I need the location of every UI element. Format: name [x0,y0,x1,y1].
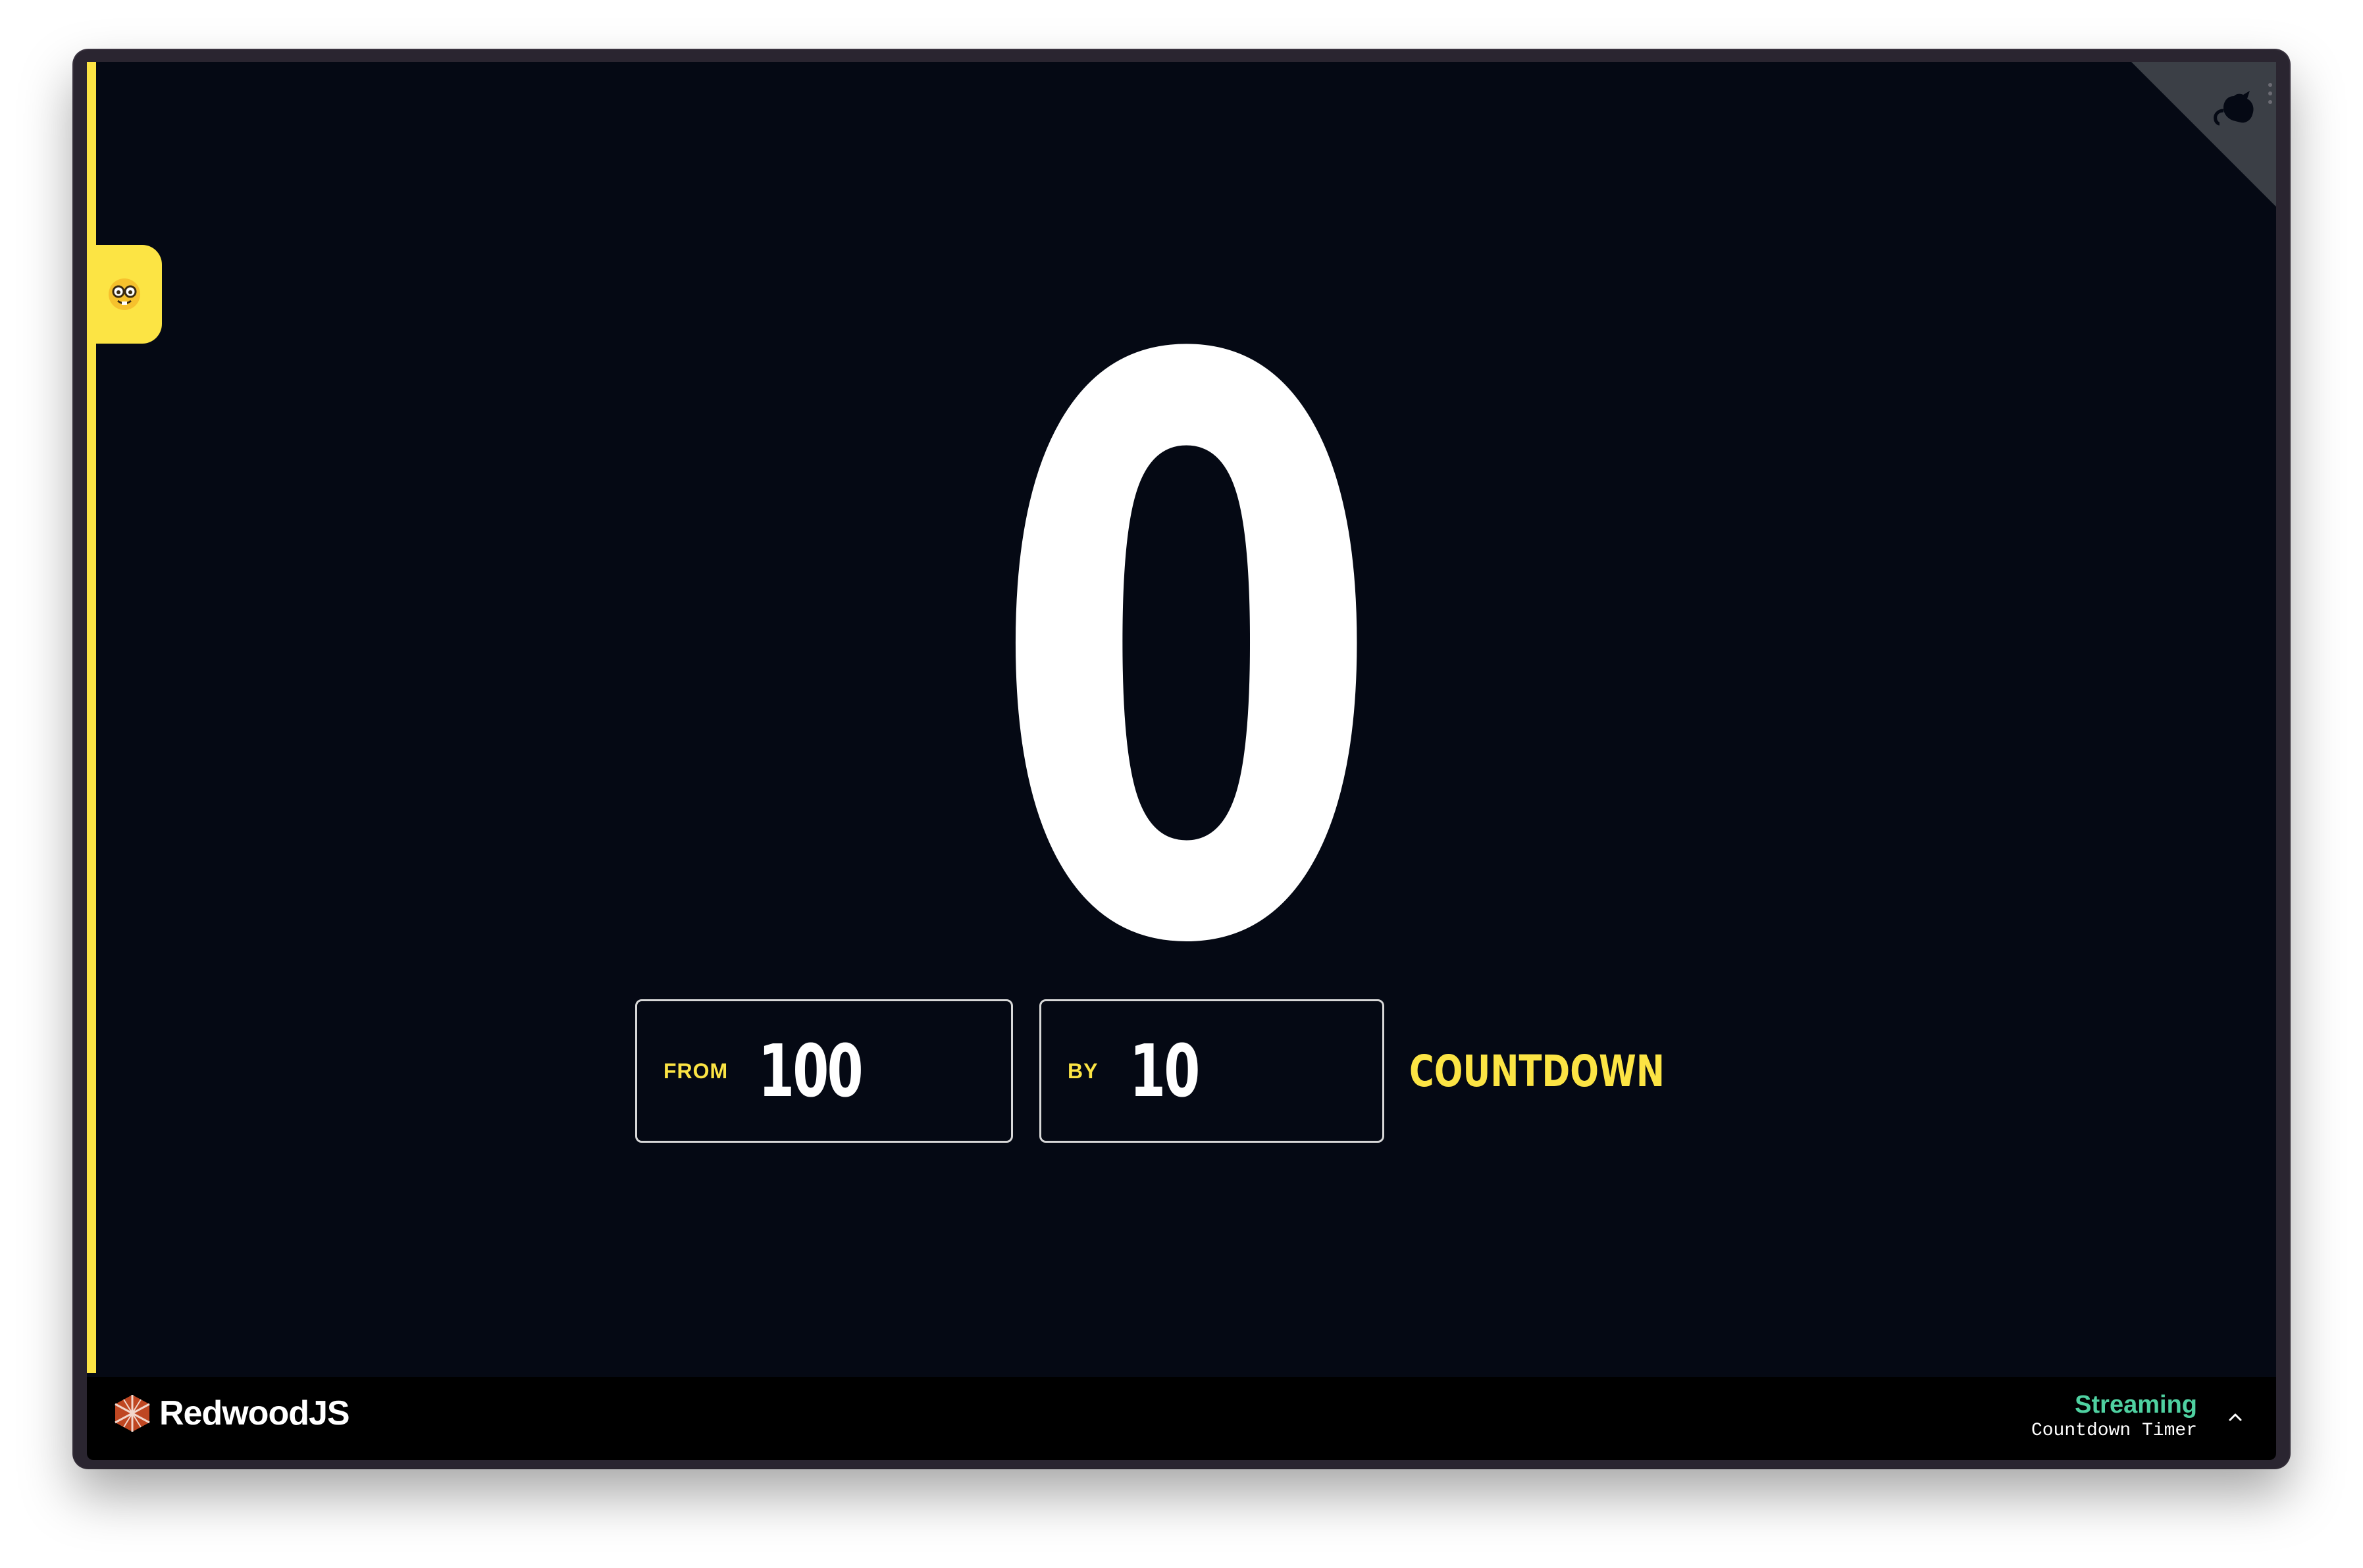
status-subtitle: Countdown Timer [2031,1421,2197,1441]
footer-bar: RedwoodJS Streaming Countdown Timer [87,1377,2276,1460]
nerd-face-icon [109,278,140,310]
browser-window: 0 FROM 100 BY 10 COUNTDOWN RedwoodJS Str… [74,50,2289,1468]
chevron-up-icon[interactable] [2225,1406,2246,1427]
brand[interactable]: RedwoodJS [112,1393,350,1434]
from-input[interactable]: 100 [758,1029,864,1113]
countdown-display: 0 [988,197,1384,1117]
app-viewport: 0 FROM 100 BY 10 COUNTDOWN [87,62,2276,1377]
github-octocat-icon[interactable] [2194,76,2267,149]
by-label: BY [1068,1058,1099,1083]
redwood-logo-icon [115,1395,150,1432]
from-label: FROM [663,1058,729,1083]
status-panel: Streaming Countdown Timer [2031,1390,2197,1443]
kebab-menu-icon[interactable] [2267,82,2273,105]
by-input[interactable]: 10 [1130,1029,1200,1113]
by-field[interactable]: BY 10 [1039,999,1384,1143]
countdown-controls: FROM 100 BY 10 COUNTDOWN [635,999,1736,1143]
brand-name: RedwoodJS [159,1394,350,1432]
from-field[interactable]: FROM 100 [635,999,1013,1143]
countdown-button[interactable]: COUNTDOWN [1409,1046,1665,1097]
status-title: Streaming [2075,1391,2197,1419]
side-tab[interactable] [87,245,162,344]
